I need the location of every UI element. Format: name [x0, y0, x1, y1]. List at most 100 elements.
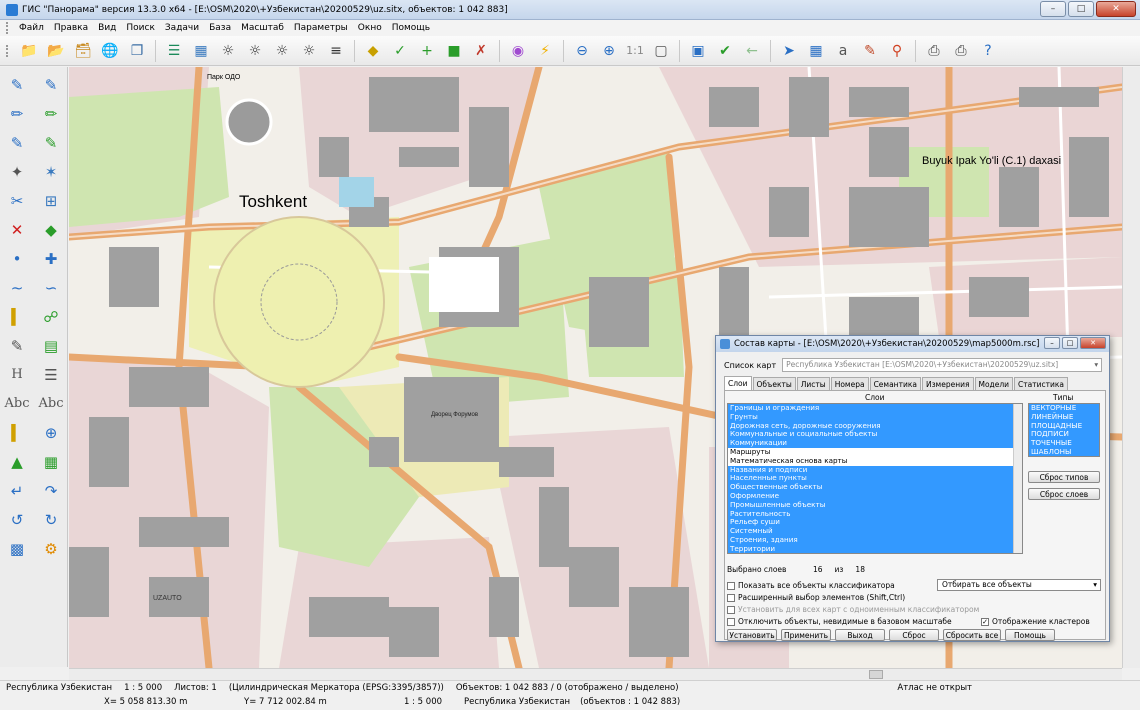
delete-object-icon[interactable]: ◆ — [34, 215, 68, 244]
accept-icon[interactable]: ✔ — [713, 39, 737, 63]
dialog-maximize-button[interactable]: □ — [1062, 337, 1078, 349]
style-icon[interactable]: ✎ — [858, 39, 882, 63]
pencil-icon[interactable]: ▍ — [0, 418, 34, 447]
text-abc-edit-tool[interactable]: Abc — [34, 389, 68, 418]
install-button[interactable]: Установить — [727, 629, 777, 641]
tab-layers[interactable]: Слои — [724, 376, 752, 390]
menu-database[interactable]: База — [204, 23, 236, 33]
palette-icon[interactable]: ◉ — [506, 39, 530, 63]
help-button[interactable]: Помощь — [1005, 629, 1055, 641]
menu-help[interactable]: Помощь — [387, 23, 435, 33]
cut-icon[interactable]: ✂ — [0, 186, 34, 215]
dialog-close-button[interactable]: ✕ — [1080, 337, 1106, 349]
reset-all-button[interactable]: Сбросить все — [943, 629, 1001, 641]
layers-list[interactable]: Границы и ограждения Грунты Дорожная сет… — [727, 403, 1023, 554]
zoom-in-icon[interactable]: ⊕ — [597, 39, 621, 63]
select-object-icon[interactable]: ◆ — [361, 39, 385, 63]
layers-edit-icon[interactable]: ▦ — [34, 447, 68, 476]
edit-points-icon[interactable]: ✏ — [0, 99, 34, 128]
edit-check-icon[interactable]: ✎ — [34, 128, 68, 157]
text-h-tool[interactable]: H — [0, 360, 34, 389]
tab-statistics[interactable]: Статистика — [1014, 377, 1068, 390]
lightning-icon[interactable]: ⚡ — [533, 39, 557, 63]
image-icon[interactable]: ▩ — [0, 534, 34, 563]
tab-numbers[interactable]: Номера — [830, 377, 869, 390]
binoculars-text-icon[interactable]: ☼ — [243, 39, 267, 63]
arrow-left-icon[interactable]: ↵ — [0, 476, 34, 505]
curve-icon[interactable]: ∼ — [0, 273, 34, 302]
delete-icon[interactable]: ✕ — [0, 215, 34, 244]
tab-sheets[interactable]: Листы — [796, 377, 830, 390]
checkbox-checked[interactable]: ✓ — [981, 617, 989, 626]
deselect-icon[interactable]: ✗ — [469, 39, 493, 63]
list-item[interactable]: Территории — [728, 544, 1022, 553]
edit-text-icon[interactable]: ✎ — [0, 128, 34, 157]
exit-button[interactable]: Выход — [835, 629, 885, 641]
line-node-icon[interactable]: • — [0, 244, 34, 273]
menu-view[interactable]: Вид — [93, 23, 121, 33]
zoom-extent-icon[interactable]: ▢ — [649, 39, 673, 63]
reset-button[interactable]: Сброс — [889, 629, 939, 641]
clusters-checkbox[interactable]: ✓ Отображение кластеров — [981, 617, 1090, 626]
pin-icon[interactable]: ⚲ — [885, 39, 909, 63]
draw-line-icon[interactable]: ✎ — [0, 70, 34, 99]
scroll-thumb[interactable] — [869, 670, 883, 679]
reset-layers-button[interactable]: Сброс слоев — [1028, 488, 1100, 500]
layers-scrollbar[interactable] — [1013, 404, 1022, 553]
disable-invisible-checkbox[interactable]: Отключить объекты, невидимые в базовом м… — [727, 617, 952, 626]
menu-scale[interactable]: Масштаб — [236, 23, 289, 33]
close-button[interactable]: ✕ — [1096, 1, 1136, 17]
help-pointer-icon[interactable]: ? — [976, 39, 1000, 63]
redo-icon[interactable]: ↻ — [34, 505, 68, 534]
select-mode-dropdown[interactable]: Отбирать все объекты ▾ — [937, 579, 1101, 591]
checkbox-box[interactable] — [727, 617, 735, 626]
curve-edit-icon[interactable]: ∽ — [34, 273, 68, 302]
settings-gear-icon[interactable]: ⚙ — [34, 534, 68, 563]
vertical-scrollbar[interactable] — [1122, 67, 1140, 668]
checkbox-box[interactable] — [727, 605, 735, 614]
magnifier-icon[interactable]: ⊕ — [34, 418, 68, 447]
add-select-icon[interactable]: + — [415, 39, 439, 63]
open-folder-icon[interactable]: 📁 — [17, 39, 41, 63]
tab-measurements[interactable]: Измерения — [921, 377, 974, 390]
legend-icon[interactable]: ▦ — [189, 39, 213, 63]
show-all-checkbox[interactable]: Показать все объекты классификатора — [727, 581, 895, 590]
select-area-icon[interactable]: ■ — [442, 39, 466, 63]
menu-window[interactable]: Окно — [353, 23, 387, 33]
checkbox-box[interactable] — [727, 581, 735, 590]
menu-parameters[interactable]: Параметры — [289, 23, 353, 33]
text-abc-tool[interactable]: Abc — [0, 389, 34, 418]
split-icon[interactable]: ✦ — [0, 157, 34, 186]
globe-icon[interactable]: 🌐 — [98, 39, 122, 63]
tree-icon[interactable]: ▲ — [0, 447, 34, 476]
menu-tasks[interactable]: Задачи — [160, 23, 204, 33]
back-icon[interactable]: ← — [740, 39, 764, 63]
arrow-right-icon[interactable]: ↷ — [34, 476, 68, 505]
edit-polygon-icon[interactable]: ✏ — [34, 99, 68, 128]
map-list-select[interactable]: Республика Узбекистан [E:\OSM\2020\+Узбе… — [782, 358, 1103, 372]
tab-models[interactable]: Модели — [974, 377, 1014, 390]
binoculars-area-icon[interactable]: ☼ — [270, 39, 294, 63]
menu-search[interactable]: Поиск — [121, 23, 160, 33]
binoculars-list-icon[interactable]: ☼ — [297, 39, 321, 63]
extended-select-checkbox[interactable]: Расширенный выбор элементов (Shift,Ctrl) — [727, 593, 905, 602]
ruler-icon[interactable]: ▍ — [0, 302, 34, 331]
text-align-icon[interactable]: ☰ — [34, 360, 68, 389]
text-edit-icon[interactable]: ▤ — [34, 331, 68, 360]
layers-icon[interactable]: ☰ — [162, 39, 186, 63]
list-item[interactable]: Границы и ограждения — [728, 404, 1022, 413]
join-icon[interactable]: ⊞ — [34, 186, 68, 215]
text-a-icon[interactable]: ✎ — [0, 331, 34, 360]
undo-icon[interactable]: ↺ — [0, 505, 34, 534]
same-classifier-checkbox[interactable]: Установить для всех карт с одноименным к… — [727, 605, 979, 614]
menu-file[interactable]: Файл — [14, 23, 49, 33]
types-list[interactable]: ВЕКТОРНЫЕ ЛИНЕЙНЫЕ ПЛОЩАДНЫЕ ПОДПИСИ ТОЧ… — [1028, 403, 1100, 457]
menu-edit[interactable]: Правка — [49, 23, 93, 33]
window-view-icon[interactable]: ▣ — [686, 39, 710, 63]
copy-map-icon[interactable]: ❐ — [125, 39, 149, 63]
binoculars-icon[interactable]: ☼ — [216, 39, 240, 63]
print-icon[interactable]: ⎙ — [922, 39, 946, 63]
checkbox-box[interactable] — [727, 593, 735, 602]
minimize-button[interactable]: – — [1040, 1, 1066, 17]
text-edit-icon[interactable]: a — [831, 39, 855, 63]
